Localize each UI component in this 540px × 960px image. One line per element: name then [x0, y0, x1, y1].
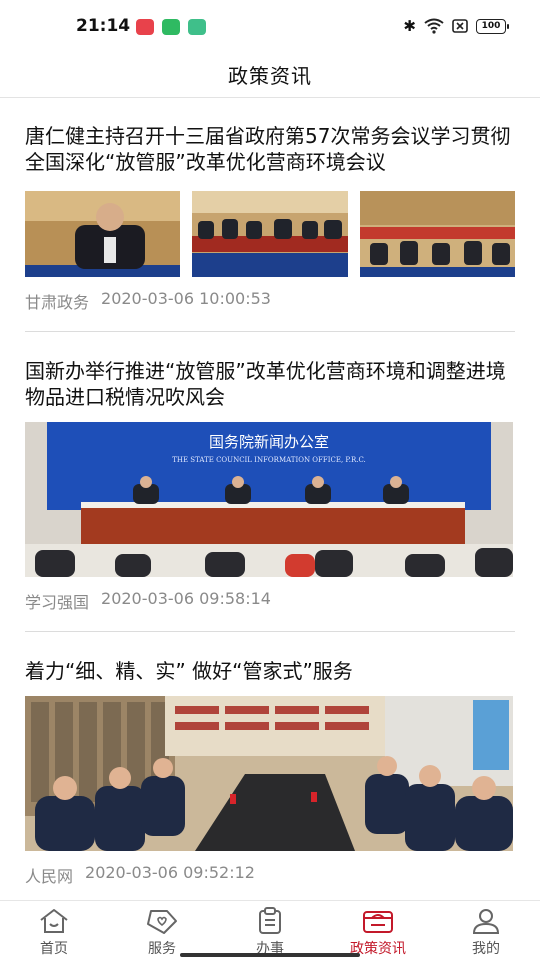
- news-thumbnail[interactable]: [359, 191, 515, 277]
- news-headline[interactable]: 着力“细、精、实” 做好“管家式”服务: [25, 658, 515, 684]
- news-source: 学习强国: [25, 593, 90, 612]
- image-banner-subtitle: THE STATE COUNCIL INFORMATION OFFICE, P.…: [172, 456, 366, 464]
- notification-wechat-icon: [162, 19, 180, 35]
- notification-app-icon: [188, 19, 206, 35]
- news-image[interactable]: [25, 696, 513, 851]
- tab-label: 首页: [40, 941, 68, 957]
- page-title: 政策资讯: [228, 64, 312, 88]
- news-thumbnails: [25, 191, 515, 277]
- user-icon: [472, 909, 500, 934]
- title-bar: 政策资讯: [0, 52, 540, 98]
- tab-affairs[interactable]: 办事: [216, 901, 324, 960]
- news-headline[interactable]: 唐仁健主持召开十三届省政府第57次常务会议学习贯彻全国深化“放管服”改革优化营商…: [25, 123, 515, 175]
- news-thumbnail[interactable]: [25, 191, 181, 277]
- tab-mine[interactable]: 我的: [432, 901, 540, 960]
- news-source: 甘肃政务: [25, 293, 90, 312]
- news-headline[interactable]: 国新办举行推进“放管服”改革优化营商环境和调整进境物品进口税情况吹风会: [25, 358, 515, 410]
- battery-icon: 100: [476, 18, 509, 34]
- news-item[interactable]: 唐仁健主持召开十三届省政府第57次常务会议学习贯彻全国深化“放管服”改革优化营商…: [0, 99, 540, 332]
- news-item[interactable]: 着力“细、精、实” 做好“管家式”服务 人民网 2020-03-06 09:52…: [0, 632, 540, 887]
- home-icon: [40, 909, 68, 933]
- sim-card-icon: [452, 19, 468, 33]
- news-feed[interactable]: 唐仁健主持召开十三届省政府第57次常务会议学习贯彻全国深化“放管服”改革优化营商…: [0, 99, 540, 899]
- tab-service[interactable]: 服务: [108, 901, 216, 960]
- bluetooth-icon: ✱: [403, 17, 416, 35]
- tab-label: 服务: [148, 941, 176, 957]
- news-time: 2020-03-06 09:52:12: [85, 863, 255, 882]
- bottom-tab-bar: 首页 服务 办事 政策资讯 我的: [0, 900, 540, 960]
- battery-level: 100: [481, 21, 501, 31]
- status-bar: 21:14 ✱ 100: [0, 0, 540, 52]
- news-source: 人民网: [25, 867, 74, 886]
- wifi-icon: [424, 18, 444, 34]
- policy-box-icon: [363, 911, 393, 933]
- news-time: 2020-03-06 10:00:53: [101, 289, 271, 308]
- image-banner-title: 国务院新闻办公室: [209, 433, 329, 451]
- notification-video-icon: [136, 19, 154, 35]
- news-meta: 学习强国 2020-03-06 09:58:14: [25, 589, 515, 613]
- news-time: 2020-03-06 09:58:14: [101, 589, 271, 608]
- news-thumbnail[interactable]: [192, 191, 348, 277]
- home-indicator[interactable]: [180, 953, 360, 957]
- news-meta: 甘肃政务 2020-03-06 10:00:53: [25, 289, 515, 313]
- tab-label: 我的: [472, 941, 500, 957]
- status-time: 21:14: [76, 16, 131, 36]
- clipboard-icon: [259, 907, 281, 934]
- tab-policy-news[interactable]: 政策资讯: [324, 901, 432, 960]
- tab-home[interactable]: 首页: [0, 901, 108, 960]
- news-meta: 人民网 2020-03-06 09:52:12: [25, 863, 515, 887]
- news-item[interactable]: 国新办举行推进“放管服”改革优化营商环境和调整进境物品进口税情况吹风会 国务院新…: [0, 332, 540, 632]
- heart-tag-icon: [147, 910, 177, 934]
- news-image[interactable]: 国务院新闻办公室 THE STATE COUNCIL INFORMATION O…: [25, 422, 513, 577]
